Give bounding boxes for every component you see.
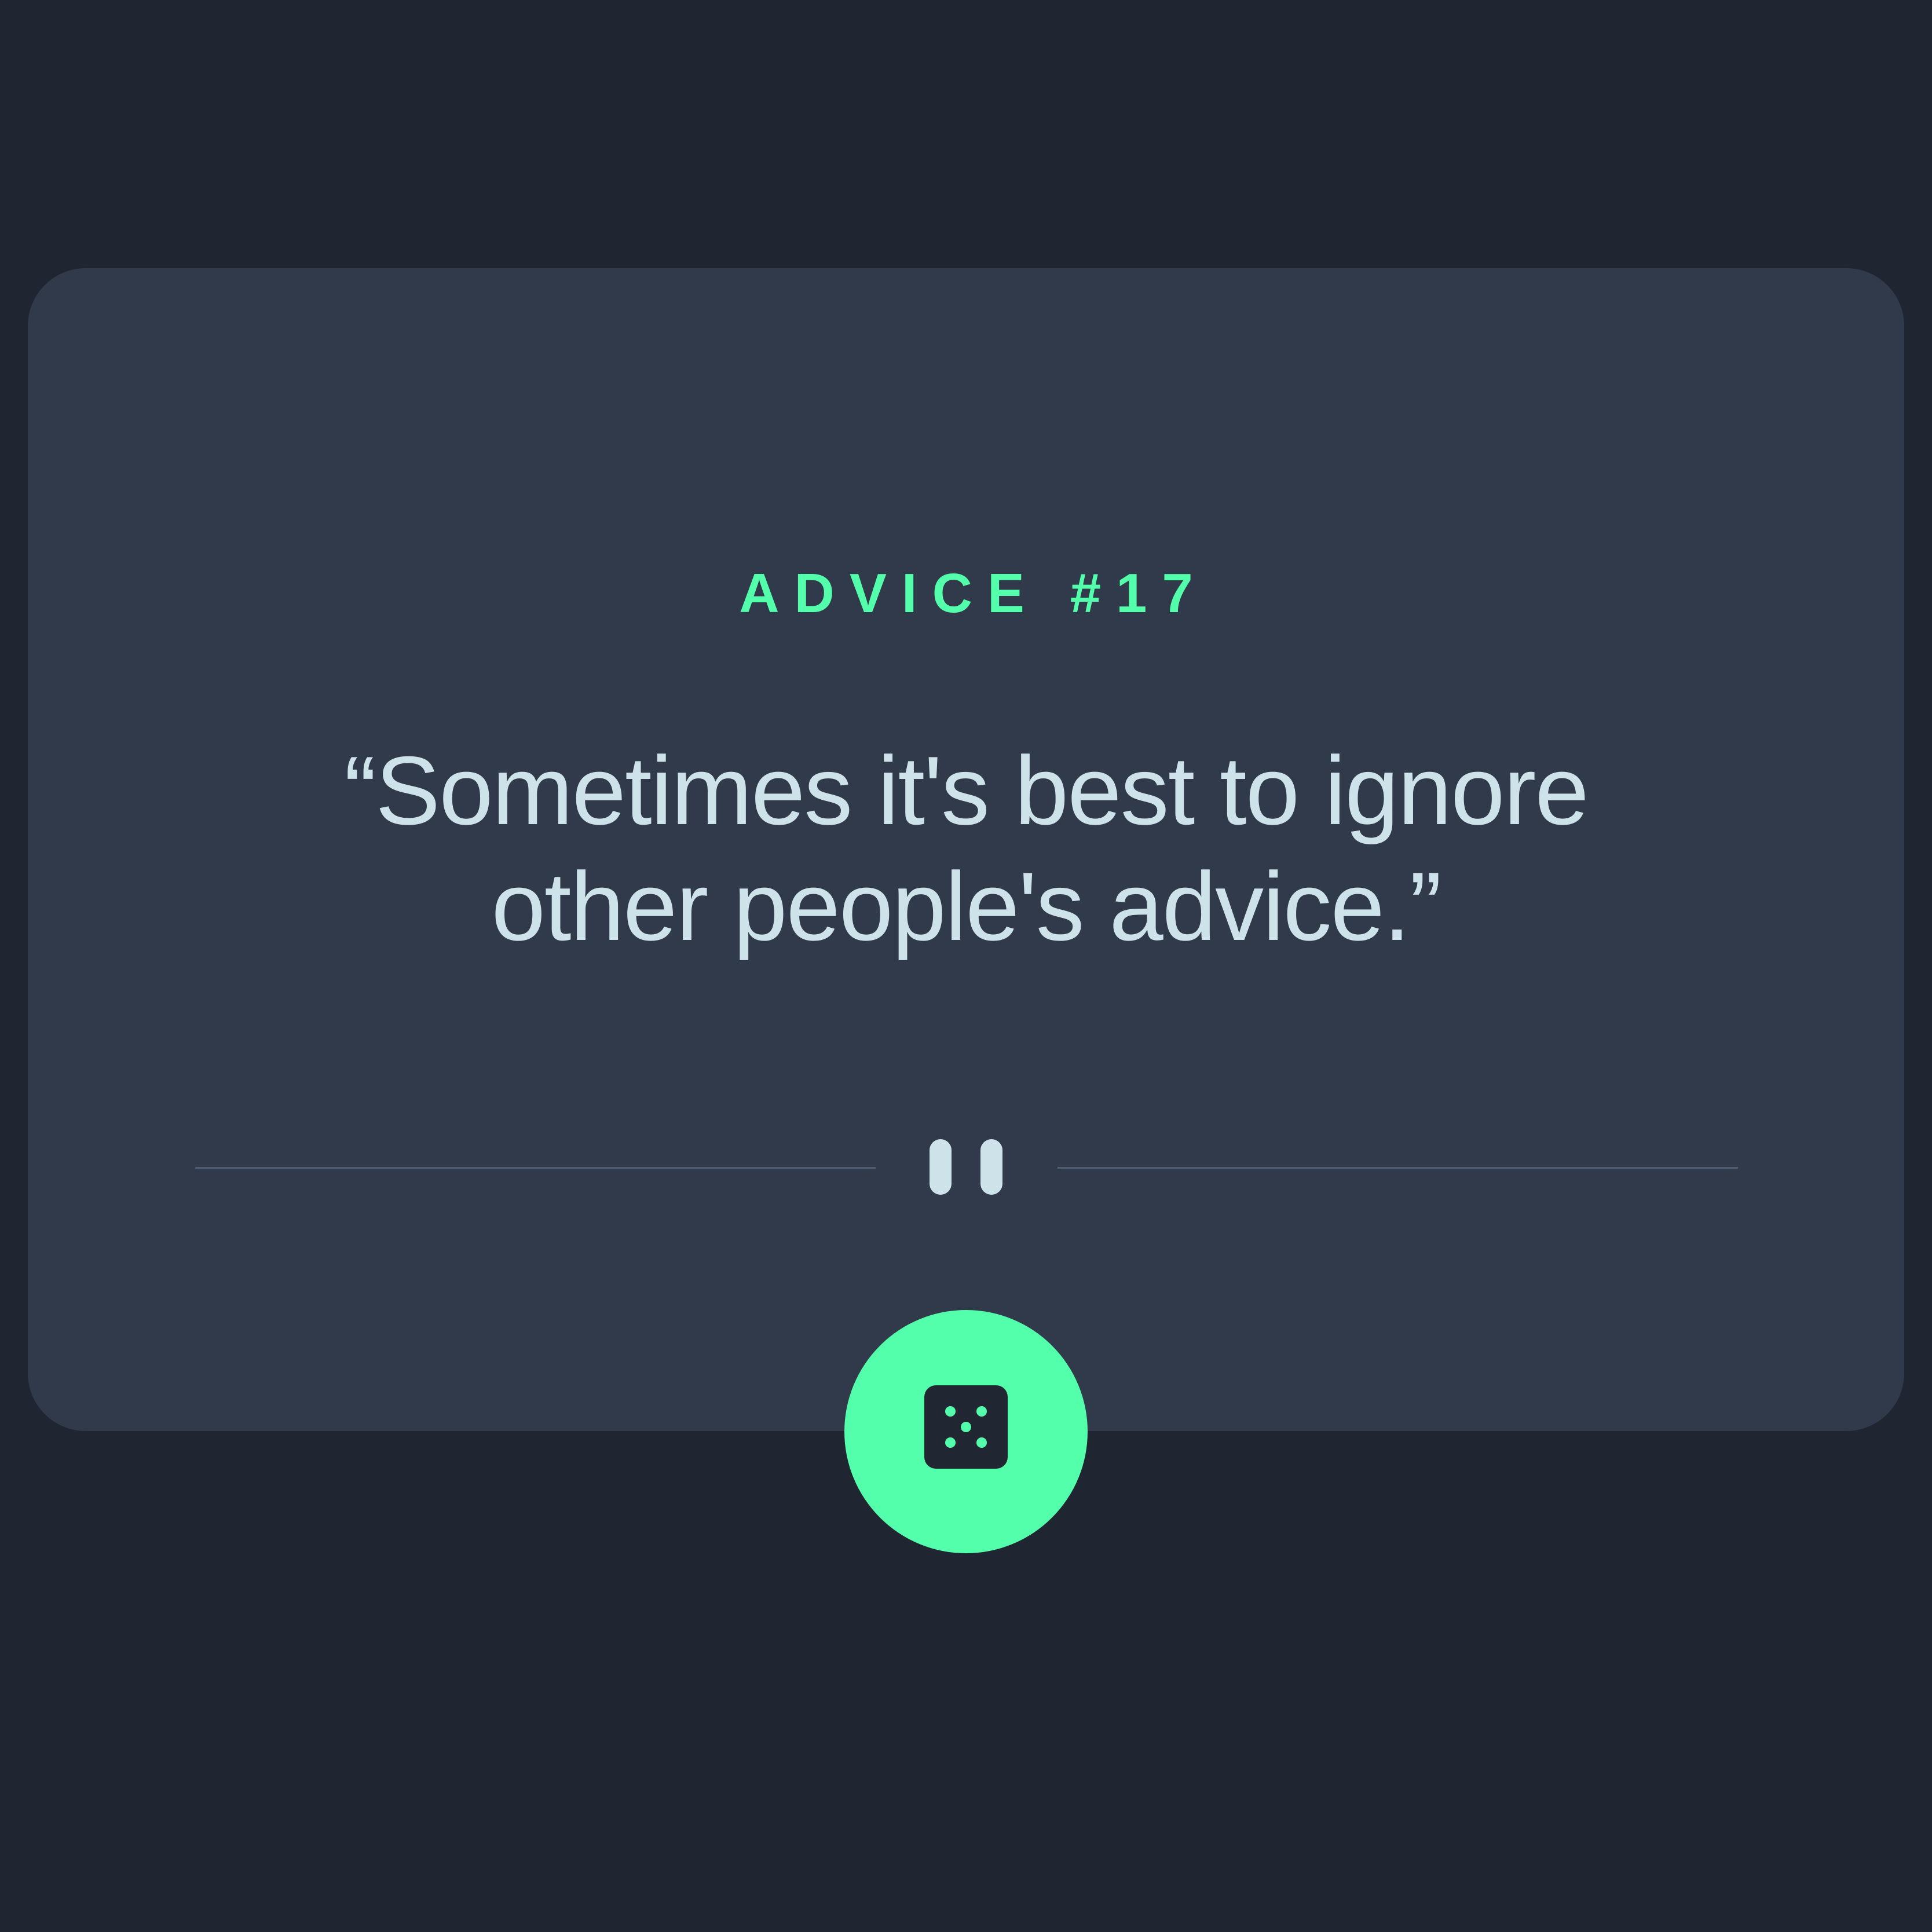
advice-number-label: ADVICE #17 — [739, 562, 1208, 624]
dice-icon — [924, 1385, 1008, 1469]
pause-bar-left — [930, 1139, 952, 1195]
divider-line-left — [195, 1167, 876, 1169]
generate-advice-button[interactable] — [844, 1310, 1088, 1553]
advice-quote: “Sometimes it's best to ignore other peo… — [344, 736, 1589, 961]
page: ADVICE #17 “Sometimes it's best to ignor… — [0, 0, 1932, 1932]
pause-icon — [930, 1139, 1002, 1195]
pause-bar-right — [980, 1139, 1002, 1195]
divider-line-right — [1058, 1167, 1738, 1169]
